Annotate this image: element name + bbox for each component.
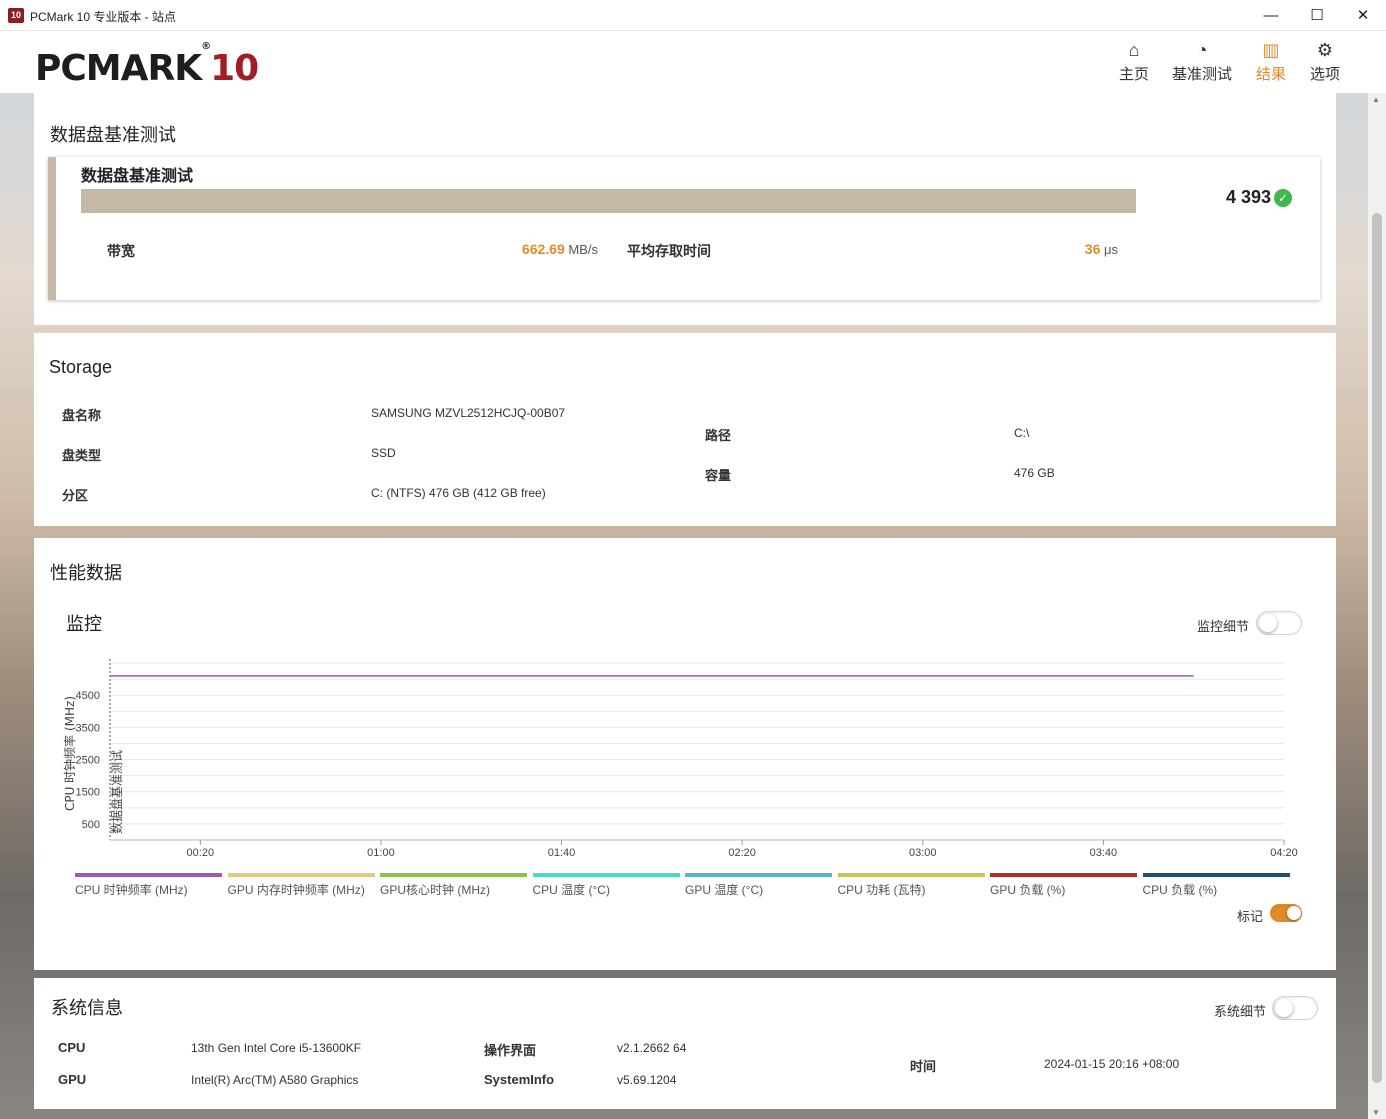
capacity-label: 容量 (705, 468, 732, 483)
watermark-logo: 小黑盒 (1190, 1044, 1280, 1079)
toggle-knob (1287, 906, 1301, 920)
gauge-icon: ◔ (1196, 40, 1208, 60)
drive-type-label: 盘类型 (62, 448, 102, 463)
monitor-detail-toggle[interactable] (1256, 611, 1302, 635)
legend-item[interactable]: GPU核心时钟 (MHz) (380, 873, 527, 898)
legend-item[interactable]: GPU 负载 (%) (990, 873, 1137, 898)
benchmark-card-title: 数据盘基准测试 (81, 168, 194, 185)
home-icon: ⌂ (1128, 40, 1140, 60)
toggle-knob (1275, 999, 1293, 1017)
storage-title: Storage (49, 357, 113, 377)
app-header: PCMARK®10 ⌂ 主页 ◔ 基准测试 ▥ 结果 ⚙ 选项 (0, 31, 1386, 93)
nav-benchmarks-label: 基准测试 (1171, 66, 1232, 83)
scroll-down-arrow-icon[interactable]: ▼ (1372, 1108, 1380, 1117)
logo-ten: 10 (210, 48, 259, 89)
drive-name-label: 盘名称 (62, 408, 102, 423)
bandwidth-value: 662.69 MB/s (456, 241, 598, 257)
benchmark-section-title: 数据盘基准测试 (50, 125, 176, 145)
window-titlebar: 10 PCMark 10 专业版本 - 站点 — ☐ ✕ (0, 0, 1386, 31)
systeminfo-value: v5.69.1204 (617, 1073, 677, 1087)
access-time-unit: μs (1104, 242, 1118, 257)
nav-options[interactable]: ⚙ 选项 (1305, 39, 1345, 84)
legend-item[interactable]: CPU 功耗 (瓦特) (837, 873, 985, 898)
performance-panel: 性能数据 监控 监控细节 标记 (34, 538, 1336, 970)
vertical-scrollbar[interactable]: ▲ ▼ (1368, 93, 1386, 1119)
access-time-number: 36 (1084, 241, 1101, 257)
path-label: 路径 (705, 428, 732, 443)
benchmark-score: 4 393 ✓ (1226, 187, 1292, 208)
window-title: PCMark 10 专业版本 - 站点 (30, 10, 177, 24)
maximize-button[interactable]: ☐ (1294, 0, 1340, 31)
legend-item[interactable]: GPU 温度 (°C) (685, 873, 832, 898)
logo-registered: ® (201, 41, 211, 52)
sysinfo-title: 系统信息 (51, 998, 123, 1018)
marker-toggle[interactable] (1270, 904, 1302, 922)
os-value: v2.1.2662 64 (617, 1041, 687, 1055)
check-icon: ✓ (1274, 189, 1292, 207)
legend-item[interactable]: CPU 负载 (%) (1142, 873, 1290, 898)
time-label: 时间 (910, 1059, 937, 1074)
storage-panel: Storage 盘名称 SAMSUNG MZVL2512HCJQ-00B07 盘… (34, 333, 1336, 526)
system-detail-label: 系统细节 (1214, 1004, 1267, 1019)
nav-benchmarks[interactable]: ◔ 基准测试 (1170, 39, 1234, 84)
monitor-detail-label: 监控细节 (1197, 619, 1250, 634)
score-bar (81, 189, 1136, 213)
systeminfo-label: SystemInfo (484, 1072, 555, 1087)
capacity-value: 476 GB (1014, 466, 1055, 480)
marker-label: 标记 (1237, 909, 1264, 924)
nav-results[interactable]: ▥ 结果 (1251, 39, 1291, 84)
access-time-label: 平均存取时间 (627, 243, 711, 259)
bandwidth-label: 带宽 (107, 243, 135, 259)
pcmark-logo[interactable]: PCMARK®10 (35, 41, 259, 89)
nav-home-label: 主页 (1118, 66, 1149, 83)
legend-item[interactable]: GPU 内存时钟频率 (MHz) (227, 873, 375, 898)
monitor-title: 监控 (66, 614, 102, 634)
logo-text: PCMARK (35, 48, 202, 89)
path-value: C:\ (1014, 426, 1030, 440)
toggle-knob (1259, 614, 1277, 632)
time-value: 2024-01-15 20:16 +08:00 (1044, 1057, 1180, 1071)
nav-options-label: 选项 (1309, 66, 1340, 83)
bar-chart-icon: ▥ (1262, 40, 1280, 60)
drive-name-value: SAMSUNG MZVL2512HCJQ-00B07 (371, 406, 566, 420)
scroll-thumb[interactable] (1372, 213, 1382, 1083)
gear-icon: ⚙ (1316, 40, 1334, 60)
legend-item[interactable]: CPU 时钟频率 (MHz) (75, 873, 222, 898)
app-icon: 10 (8, 8, 24, 23)
gpu-value: Intel(R) Arc(TM) A580 Graphics (191, 1073, 359, 1087)
system-detail-toggle[interactable] (1272, 996, 1318, 1020)
access-time-value: 36 μs (1016, 241, 1118, 257)
performance-title: 性能数据 (50, 563, 122, 583)
bandwidth-number: 662.69 (521, 241, 565, 257)
score-value: 4 393 (1225, 187, 1271, 207)
nav-results-label: 结果 (1255, 66, 1286, 83)
nav-home[interactable]: ⌂ 主页 (1114, 39, 1154, 84)
os-label: 操作界面 (484, 1043, 537, 1058)
cpu-label: CPU (58, 1040, 86, 1055)
close-button[interactable]: ✕ (1340, 0, 1386, 31)
bandwidth-unit: MB/s (568, 242, 598, 257)
legend-item[interactable]: CPU 温度 (°C) (532, 873, 680, 898)
scroll-up-arrow-icon[interactable]: ▲ (1372, 95, 1380, 104)
drive-type-value: SSD (371, 446, 396, 460)
benchmark-panel: 数据盘基准测试 数据盘基准测试 4 393 ✓ 带宽 662.69 MB/s 平均… (34, 93, 1336, 325)
benchmark-result-card[interactable]: 数据盘基准测试 4 393 ✓ 带宽 662.69 MB/s 平均存取时间 36 … (48, 157, 1320, 300)
sysinfo-panel: 系统信息 系统细节 CPU 13th Gen Intel Core i5-136… (34, 978, 1336, 1109)
partition-value: C: (NTFS) 476 GB (412 GB free) (371, 486, 546, 500)
partition-label: 分区 (62, 488, 89, 503)
cpu-value: 13th Gen Intel Core i5-13600KF (191, 1041, 362, 1055)
gpu-label: GPU (58, 1072, 87, 1087)
minimize-button[interactable]: — (1248, 0, 1294, 31)
